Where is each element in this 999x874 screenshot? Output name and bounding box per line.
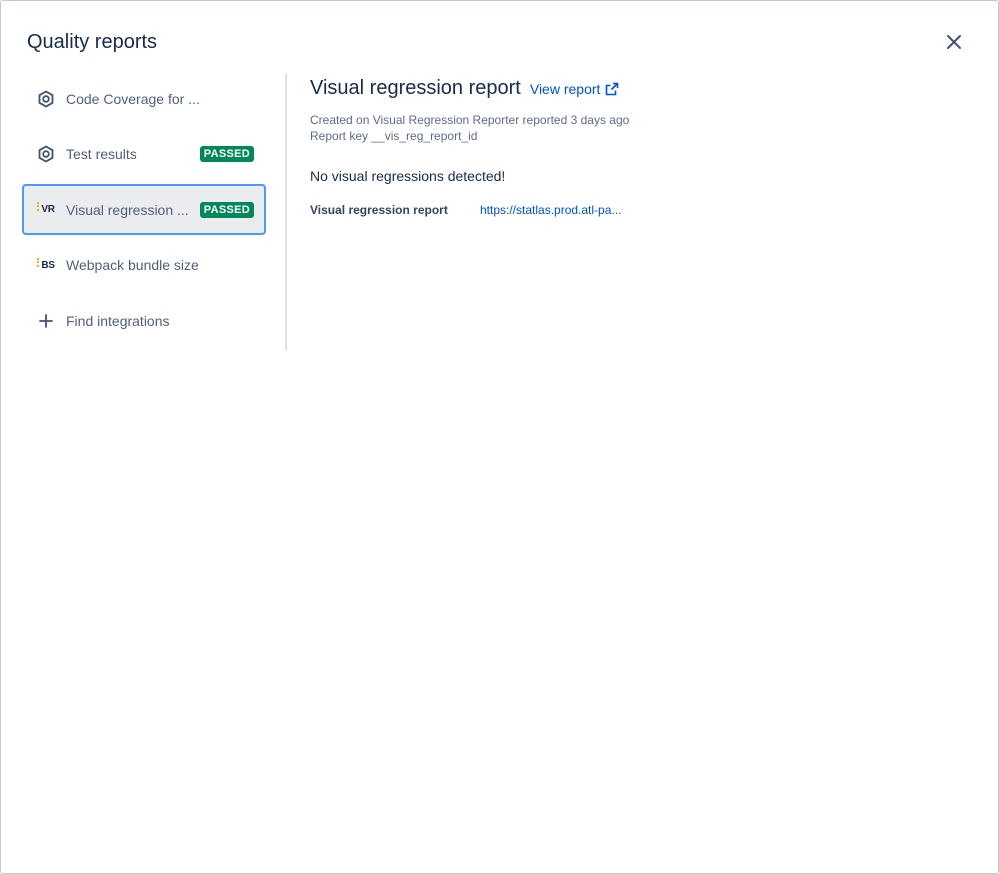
modal-header: Quality reports	[27, 29, 974, 55]
sidebar-item-visual-regression[interactable]: VR Visual regression ... PASSED	[22, 184, 266, 236]
close-icon	[947, 35, 961, 49]
external-link-icon	[605, 82, 619, 96]
report-key-line: Report key __vis_reg_report_id	[310, 129, 478, 143]
sidebar-item-find-integrations[interactable]: Find integrations	[22, 295, 266, 346]
created-line: Created on Visual Regression Reporter re…	[310, 113, 630, 127]
vr-logo-icon: VR	[36, 200, 56, 220]
report-heading: Visual regression report View report	[310, 77, 978, 100]
hexagon-report-icon	[36, 89, 56, 109]
view-report-link[interactable]: View report	[530, 81, 620, 97]
quality-reports-modal: Quality reports Code Coverage for ... Te…	[0, 0, 999, 874]
detail-url-link[interactable]: https://statlas.prod.atl-pa...	[480, 203, 621, 217]
plus-icon	[36, 311, 56, 331]
sidebar-item-test-results[interactable]: Test results PASSED	[22, 129, 266, 180]
sidebar-item-label: Webpack bundle size	[66, 257, 199, 274]
sidebar-item-label: Test results	[66, 146, 137, 163]
sidebar-item-label: Visual regression ...	[66, 201, 189, 218]
sidebar-item-webpack-bundle-size[interactable]: BS Webpack bundle size	[22, 240, 266, 291]
sidebar-item-label: Code Coverage for ...	[66, 90, 200, 107]
report-message: No visual regressions detected!	[310, 168, 506, 184]
sidebar-item-code-coverage[interactable]: Code Coverage for ...	[22, 73, 266, 124]
report-detail-panel: Visual regression report View report Cre…	[310, 77, 978, 217]
sidebar-item-label: Find integrations	[66, 312, 170, 329]
hexagon-report-icon	[36, 144, 56, 164]
bs-logo-icon: BS	[36, 255, 56, 275]
status-badge: PASSED	[199, 146, 254, 163]
detail-key: Visual regression report	[310, 203, 448, 217]
sidebar-divider	[285, 73, 287, 351]
report-sidebar: Code Coverage for ... Test results PASSE…	[22, 73, 266, 351]
report-title: Visual regression report	[310, 77, 521, 99]
report-detail-row: Visual regression report https://statlas…	[310, 203, 978, 217]
modal-title: Quality reports	[27, 30, 158, 53]
report-meta: Created on Visual Regression Reporter re…	[310, 112, 978, 144]
close-button[interactable]	[942, 30, 966, 54]
status-badge: PASSED	[199, 201, 254, 218]
